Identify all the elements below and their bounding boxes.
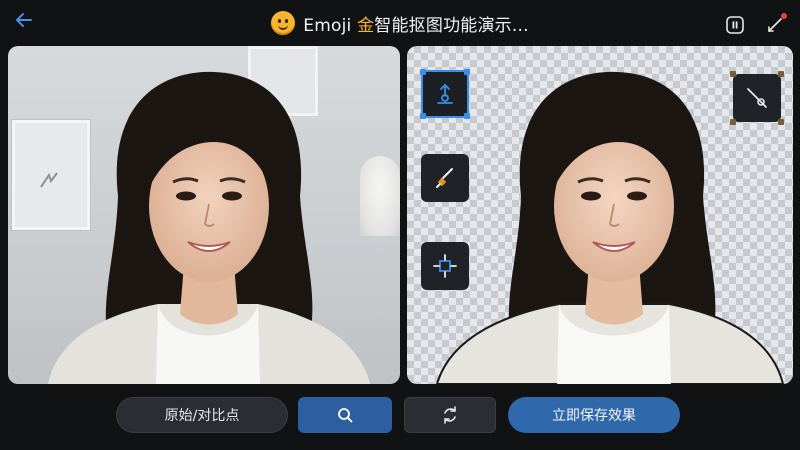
search-icon	[338, 408, 353, 423]
fit-tool-button[interactable]	[421, 242, 469, 290]
save-result-button[interactable]: 立即保存效果	[508, 397, 680, 433]
cutout-image-panel[interactable]	[407, 46, 793, 384]
original-compare-button[interactable]: 原始/对比点	[116, 397, 288, 433]
pause-icon	[726, 16, 744, 34]
original-compare-label: 原始/对比点	[164, 408, 240, 424]
search-button[interactable]	[298, 397, 392, 433]
title-gold-char: 金	[357, 15, 375, 36]
bottom-action-bar: 原始/对比点 立即保存效果	[0, 392, 800, 440]
pause-button[interactable]	[722, 12, 748, 38]
title-prefix: Emoji	[303, 15, 358, 36]
eraser-tool-button[interactable]	[730, 71, 784, 125]
emoji-logo-icon	[271, 11, 296, 35]
swap-icon	[444, 406, 456, 424]
title-rest: 智能抠图功能演示...	[374, 15, 529, 36]
title-area: Emoji 金智能抠图功能演示...	[0, 8, 800, 38]
swap-button[interactable]	[404, 397, 496, 433]
save-result-label: 立即保存效果	[552, 408, 636, 424]
fit-to-frame-icon	[433, 254, 457, 278]
eraser-line-icon	[747, 88, 767, 108]
page-title: Emoji 金智能抠图功能演示...	[303, 11, 528, 36]
brush-icon	[436, 168, 453, 188]
upload-tool-button[interactable]	[420, 69, 470, 119]
notification-dot	[781, 13, 787, 19]
edit-button[interactable]	[762, 12, 788, 38]
upload-icon	[437, 83, 453, 104]
top-bar: Emoji 金智能抠图功能演示...	[0, 0, 800, 46]
brush-tool-button[interactable]	[421, 154, 469, 202]
portrait-original	[48, 71, 370, 384]
original-image-panel[interactable]	[8, 46, 400, 384]
header-actions	[722, 12, 788, 38]
